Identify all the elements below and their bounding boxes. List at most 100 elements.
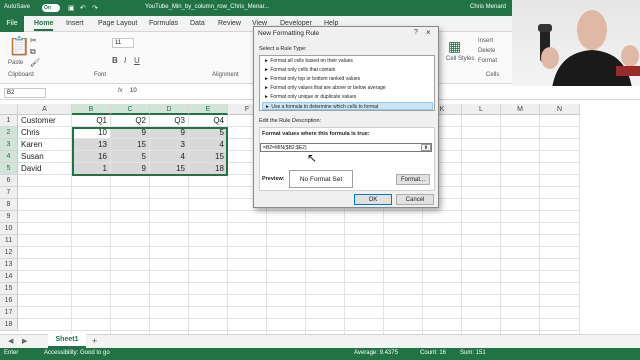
rule-type-item[interactable]: ► Format all cells based on their values [262, 57, 433, 65]
row-header[interactable]: 14 [0, 271, 18, 283]
bold-icon[interactable]: B [112, 56, 118, 65]
rule-type-item[interactable]: ► Format only top or bottom ranked value… [262, 75, 433, 83]
accessibility-status[interactable]: Accessibility: Good to go [44, 350, 110, 356]
column-header-a[interactable]: A [18, 104, 72, 115]
fx-icon[interactable]: fx [118, 88, 123, 94]
close-icon[interactable]: × [426, 28, 431, 37]
row-header[interactable]: 6 [0, 175, 18, 187]
italic-icon[interactable]: I [124, 56, 126, 65]
scroll-left-icon[interactable]: ◀ [8, 337, 13, 345]
rule-type-item[interactable]: ► Format only unique or duplicate values [262, 93, 433, 101]
cell-c5[interactable]: 9 [111, 163, 150, 175]
row-header[interactable]: 18 [0, 319, 18, 331]
redo-icon[interactable]: ↷ [92, 4, 98, 12]
name-box[interactable]: B2 [4, 88, 46, 98]
select-all-corner[interactable] [0, 104, 18, 115]
row-header[interactable]: 13 [0, 259, 18, 271]
user-name[interactable]: Chris Menard [470, 4, 506, 10]
cell-c4[interactable]: 5 [111, 151, 150, 163]
tab-data[interactable]: Data [190, 20, 205, 27]
column-header-c[interactable]: C [111, 104, 150, 115]
column-header-n[interactable]: N [540, 104, 580, 115]
cell-c2[interactable]: 9 [111, 127, 150, 139]
cell-styles-icon[interactable]: ▦ [448, 38, 461, 55]
tab-file[interactable]: File [0, 16, 24, 32]
column-header-e[interactable]: E [189, 104, 228, 115]
sheet-tab-sheet1[interactable]: Sheet1 [48, 334, 86, 348]
row-header[interactable]: 9 [0, 211, 18, 223]
row-header[interactable]: 3 [0, 139, 18, 151]
row-header[interactable]: 7 [0, 187, 18, 199]
cell-d5[interactable]: 15 [150, 163, 189, 175]
tab-insert[interactable]: Insert [66, 20, 84, 27]
font-size-select[interactable]: 11 [112, 38, 134, 48]
row-header[interactable]: 1 [0, 115, 18, 127]
cell-e5[interactable]: 18 [189, 163, 228, 175]
formula-input[interactable]: =B2=MIN($B2:$E2) [260, 143, 432, 152]
column-header-m[interactable]: M [501, 104, 540, 115]
row-header[interactable]: 15 [0, 283, 18, 295]
cell-e1[interactable]: Q4 [189, 115, 228, 127]
collapse-dialog-icon[interactable]: ⬆ [421, 144, 431, 151]
row-header[interactable]: 4 [0, 151, 18, 163]
cell-d4[interactable]: 4 [150, 151, 189, 163]
ok-button[interactable]: OK [354, 194, 392, 205]
copy-icon[interactable]: ⧉ [30, 47, 36, 57]
insert-cells-button[interactable]: Insert [478, 38, 493, 44]
row-header[interactable]: 12 [0, 247, 18, 259]
presenter-illustration [538, 10, 640, 88]
cut-icon[interactable]: ✂ [30, 36, 37, 45]
tab-page-layout[interactable]: Page Layout [98, 20, 137, 27]
row-header[interactable]: 5 [0, 163, 18, 175]
cancel-button[interactable]: Cancel [396, 194, 434, 205]
cell-e4[interactable]: 15 [189, 151, 228, 163]
cell-a3[interactable]: Karen [18, 139, 72, 151]
row-header[interactable]: 16 [0, 295, 18, 307]
row-header[interactable]: 10 [0, 223, 18, 235]
underline-icon[interactable]: U [134, 56, 140, 65]
cell-e3[interactable]: 4 [189, 139, 228, 151]
delete-cells-button[interactable]: Delete [478, 48, 495, 54]
format-cells-button[interactable]: Format [478, 58, 497, 64]
column-header-b[interactable]: B [72, 104, 111, 115]
cell-b5[interactable]: 1 [72, 163, 111, 175]
format-painter-icon[interactable]: 🖌 [30, 58, 40, 67]
undo-icon[interactable]: ↶ [80, 4, 86, 12]
row-header[interactable]: 8 [0, 199, 18, 211]
row-header[interactable]: 11 [0, 235, 18, 247]
cell-b3[interactable]: 13 [72, 139, 111, 151]
cell-b2[interactable]: 10 [72, 127, 111, 139]
rule-type-item[interactable]: ► Format only values that are above or b… [262, 84, 433, 92]
tab-review[interactable]: Review [218, 20, 241, 27]
cell-a4[interactable]: Susan [18, 151, 72, 163]
formula-input[interactable]: 10 [130, 88, 137, 94]
paste-label[interactable]: Paste [8, 60, 23, 66]
format-button[interactable]: Format... [396, 174, 430, 185]
cell-b1[interactable]: Q1 [72, 115, 111, 127]
column-header-d[interactable]: D [150, 104, 189, 115]
cell-c3[interactable]: 15 [111, 139, 150, 151]
cell-c1[interactable]: Q2 [111, 115, 150, 127]
cell-d3[interactable]: 3 [150, 139, 189, 151]
autosave-toggle[interactable]: On [42, 4, 60, 12]
row-header[interactable]: 2 [0, 127, 18, 139]
cell-styles-label[interactable]: Cell Styles [446, 56, 474, 62]
rule-type-item-selected[interactable]: ► Use a formula to determine which cells… [262, 102, 433, 110]
help-icon[interactable]: ? [414, 29, 418, 36]
row-header[interactable]: 17 [0, 307, 18, 319]
rule-type-item[interactable]: ► Format only cells that contain [262, 66, 433, 74]
cell-d1[interactable]: Q3 [150, 115, 189, 127]
cell-e2[interactable]: 5 [189, 127, 228, 139]
save-icon[interactable]: ▣ [68, 4, 75, 12]
paste-icon[interactable]: 📋 [8, 36, 30, 57]
add-sheet-button[interactable]: + [92, 336, 97, 346]
cell-a1[interactable]: Customer [18, 115, 72, 127]
cell-a5[interactable]: David [18, 163, 72, 175]
tab-formulas[interactable]: Formulas [149, 20, 178, 27]
column-header-l[interactable]: L [462, 104, 501, 115]
cell-b4[interactable]: 16 [72, 151, 111, 163]
tab-home[interactable]: Home [34, 20, 54, 31]
cell-a2[interactable]: Chris [18, 127, 72, 139]
scroll-right-icon[interactable]: ▶ [22, 337, 27, 345]
cell-d2[interactable]: 9 [150, 127, 189, 139]
